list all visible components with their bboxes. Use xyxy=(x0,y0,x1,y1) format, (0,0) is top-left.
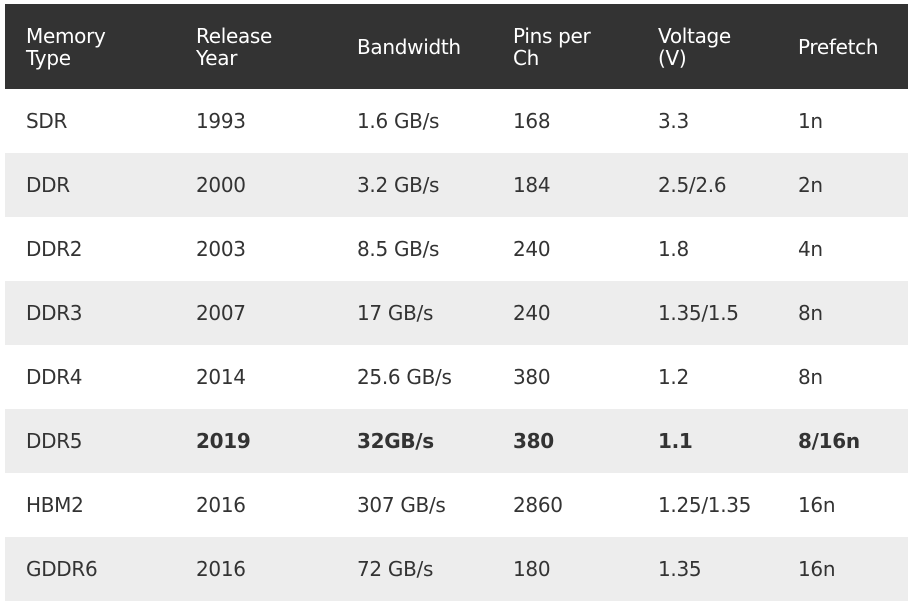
cell-prefetch: 2n xyxy=(798,173,823,197)
cell-bandwidth: 25.6 GB/s xyxy=(357,365,452,389)
cell-prefetch: 8/16n xyxy=(798,429,860,453)
cell-prefetch: 4n xyxy=(798,237,823,261)
cell-release-year: 2003 xyxy=(196,237,246,261)
cell-voltage: 2.5/2.6 xyxy=(658,173,727,197)
cell-voltage: 1.35/1.5 xyxy=(658,301,739,325)
table-row: DDR2 2003 8.5 GB/s 240 1.8 4n xyxy=(5,217,908,281)
cell-memory-type: DDR5 xyxy=(26,429,83,453)
table-row: DDR4 2014 25.6 GB/s 380 1.2 8n xyxy=(5,345,908,409)
cell-voltage: 1.1 xyxy=(658,429,693,453)
cell-memory-type: SDR xyxy=(26,109,68,133)
cell-bandwidth: 3.2 GB/s xyxy=(357,173,440,197)
cell-bandwidth: 32GB/s xyxy=(357,429,434,453)
column-header-line: Year xyxy=(196,45,238,70)
column-header-line: (V) xyxy=(658,45,687,70)
cell-memory-type: HBM2 xyxy=(26,493,84,517)
column-header-release-year: Release Year xyxy=(175,4,336,89)
cell-bandwidth: 17 GB/s xyxy=(357,301,434,325)
cell-bandwidth: 307 GB/s xyxy=(357,493,446,517)
cell-pins-per-ch: 380 xyxy=(513,365,551,389)
cell-pins-per-ch: 240 xyxy=(513,237,551,261)
column-header-line: Ch xyxy=(513,45,540,70)
cell-release-year: 2019 xyxy=(196,429,251,453)
cell-prefetch: 8n xyxy=(798,301,823,325)
cell-bandwidth: 72 GB/s xyxy=(357,557,434,581)
cell-prefetch: 1n xyxy=(798,109,823,133)
cell-bandwidth: 8.5 GB/s xyxy=(357,237,440,261)
cell-memory-type: DDR2 xyxy=(26,237,83,261)
cell-pins-per-ch: 168 xyxy=(513,109,551,133)
table-row: DDR 2000 3.2 GB/s 184 2.5/2.6 2n xyxy=(5,153,908,217)
cell-voltage: 1.25/1.35 xyxy=(658,493,752,517)
table-header-row: Memory Type Release Year Bandwidth Pins per Ch… xyxy=(5,4,908,89)
table-row: DDR3 2007 17 GB/s 240 1.35/1.5 8n xyxy=(5,281,908,345)
table-row: HBM2 2016 307 GB/s 2860 1.25/1.35 16n xyxy=(5,473,908,537)
column-header-line: Type xyxy=(26,45,71,70)
column-header-line: Pins per xyxy=(513,23,591,48)
table-row: DDR5 2019 32GB/s 380 1.1 8/16n xyxy=(5,409,908,473)
cell-voltage: 1.35 xyxy=(658,557,702,581)
table-row: GDDR6 2016 72 GB/s 180 1.35 16n xyxy=(5,537,908,601)
column-header-line: Voltage xyxy=(658,23,731,48)
cell-release-year: 1993 xyxy=(196,109,246,133)
cell-pins-per-ch: 184 xyxy=(513,173,551,197)
cell-voltage: 1.2 xyxy=(658,365,689,389)
column-header-line: Prefetch xyxy=(798,34,879,59)
cell-memory-type: DDR3 xyxy=(26,301,83,325)
table-row: SDR 1993 1.6 GB/s 168 3.3 1n xyxy=(5,89,908,153)
column-header-line: Memory xyxy=(26,23,106,48)
cell-pins-per-ch: 380 xyxy=(513,429,554,453)
cell-prefetch: 16n xyxy=(798,493,836,517)
cell-release-year: 2007 xyxy=(196,301,246,325)
cell-memory-type: DDR4 xyxy=(26,365,83,389)
cell-prefetch: 8n xyxy=(798,365,823,389)
memory-comparison-table: Memory Type Release Year Bandwidth Pins per Ch… xyxy=(5,4,908,601)
cell-pins-per-ch: 180 xyxy=(513,557,551,581)
cell-release-year: 2000 xyxy=(196,173,246,197)
cell-voltage: 3.3 xyxy=(658,109,689,133)
cell-release-year: 2016 xyxy=(196,557,246,581)
column-header-prefetch: Prefetch xyxy=(777,4,908,89)
cell-voltage: 1.8 xyxy=(658,237,689,261)
cell-prefetch: 16n xyxy=(798,557,836,581)
column-header-voltage: Voltage (V) xyxy=(637,4,777,89)
column-header-line: Bandwidth xyxy=(357,34,461,59)
cell-release-year: 2014 xyxy=(196,365,246,389)
cell-bandwidth: 1.6 GB/s xyxy=(357,109,440,133)
cell-release-year: 2016 xyxy=(196,493,246,517)
cell-pins-per-ch: 240 xyxy=(513,301,551,325)
cell-memory-type: DDR xyxy=(26,173,70,197)
cell-pins-per-ch: 2860 xyxy=(513,493,563,517)
column-header-bandwidth: Bandwidth xyxy=(336,4,492,89)
column-header-line: Release xyxy=(196,23,273,48)
column-header-memory-type: Memory Type xyxy=(5,4,175,89)
column-header-pins-per-ch: Pins per Ch xyxy=(492,4,637,89)
cell-memory-type: GDDR6 xyxy=(26,557,98,581)
